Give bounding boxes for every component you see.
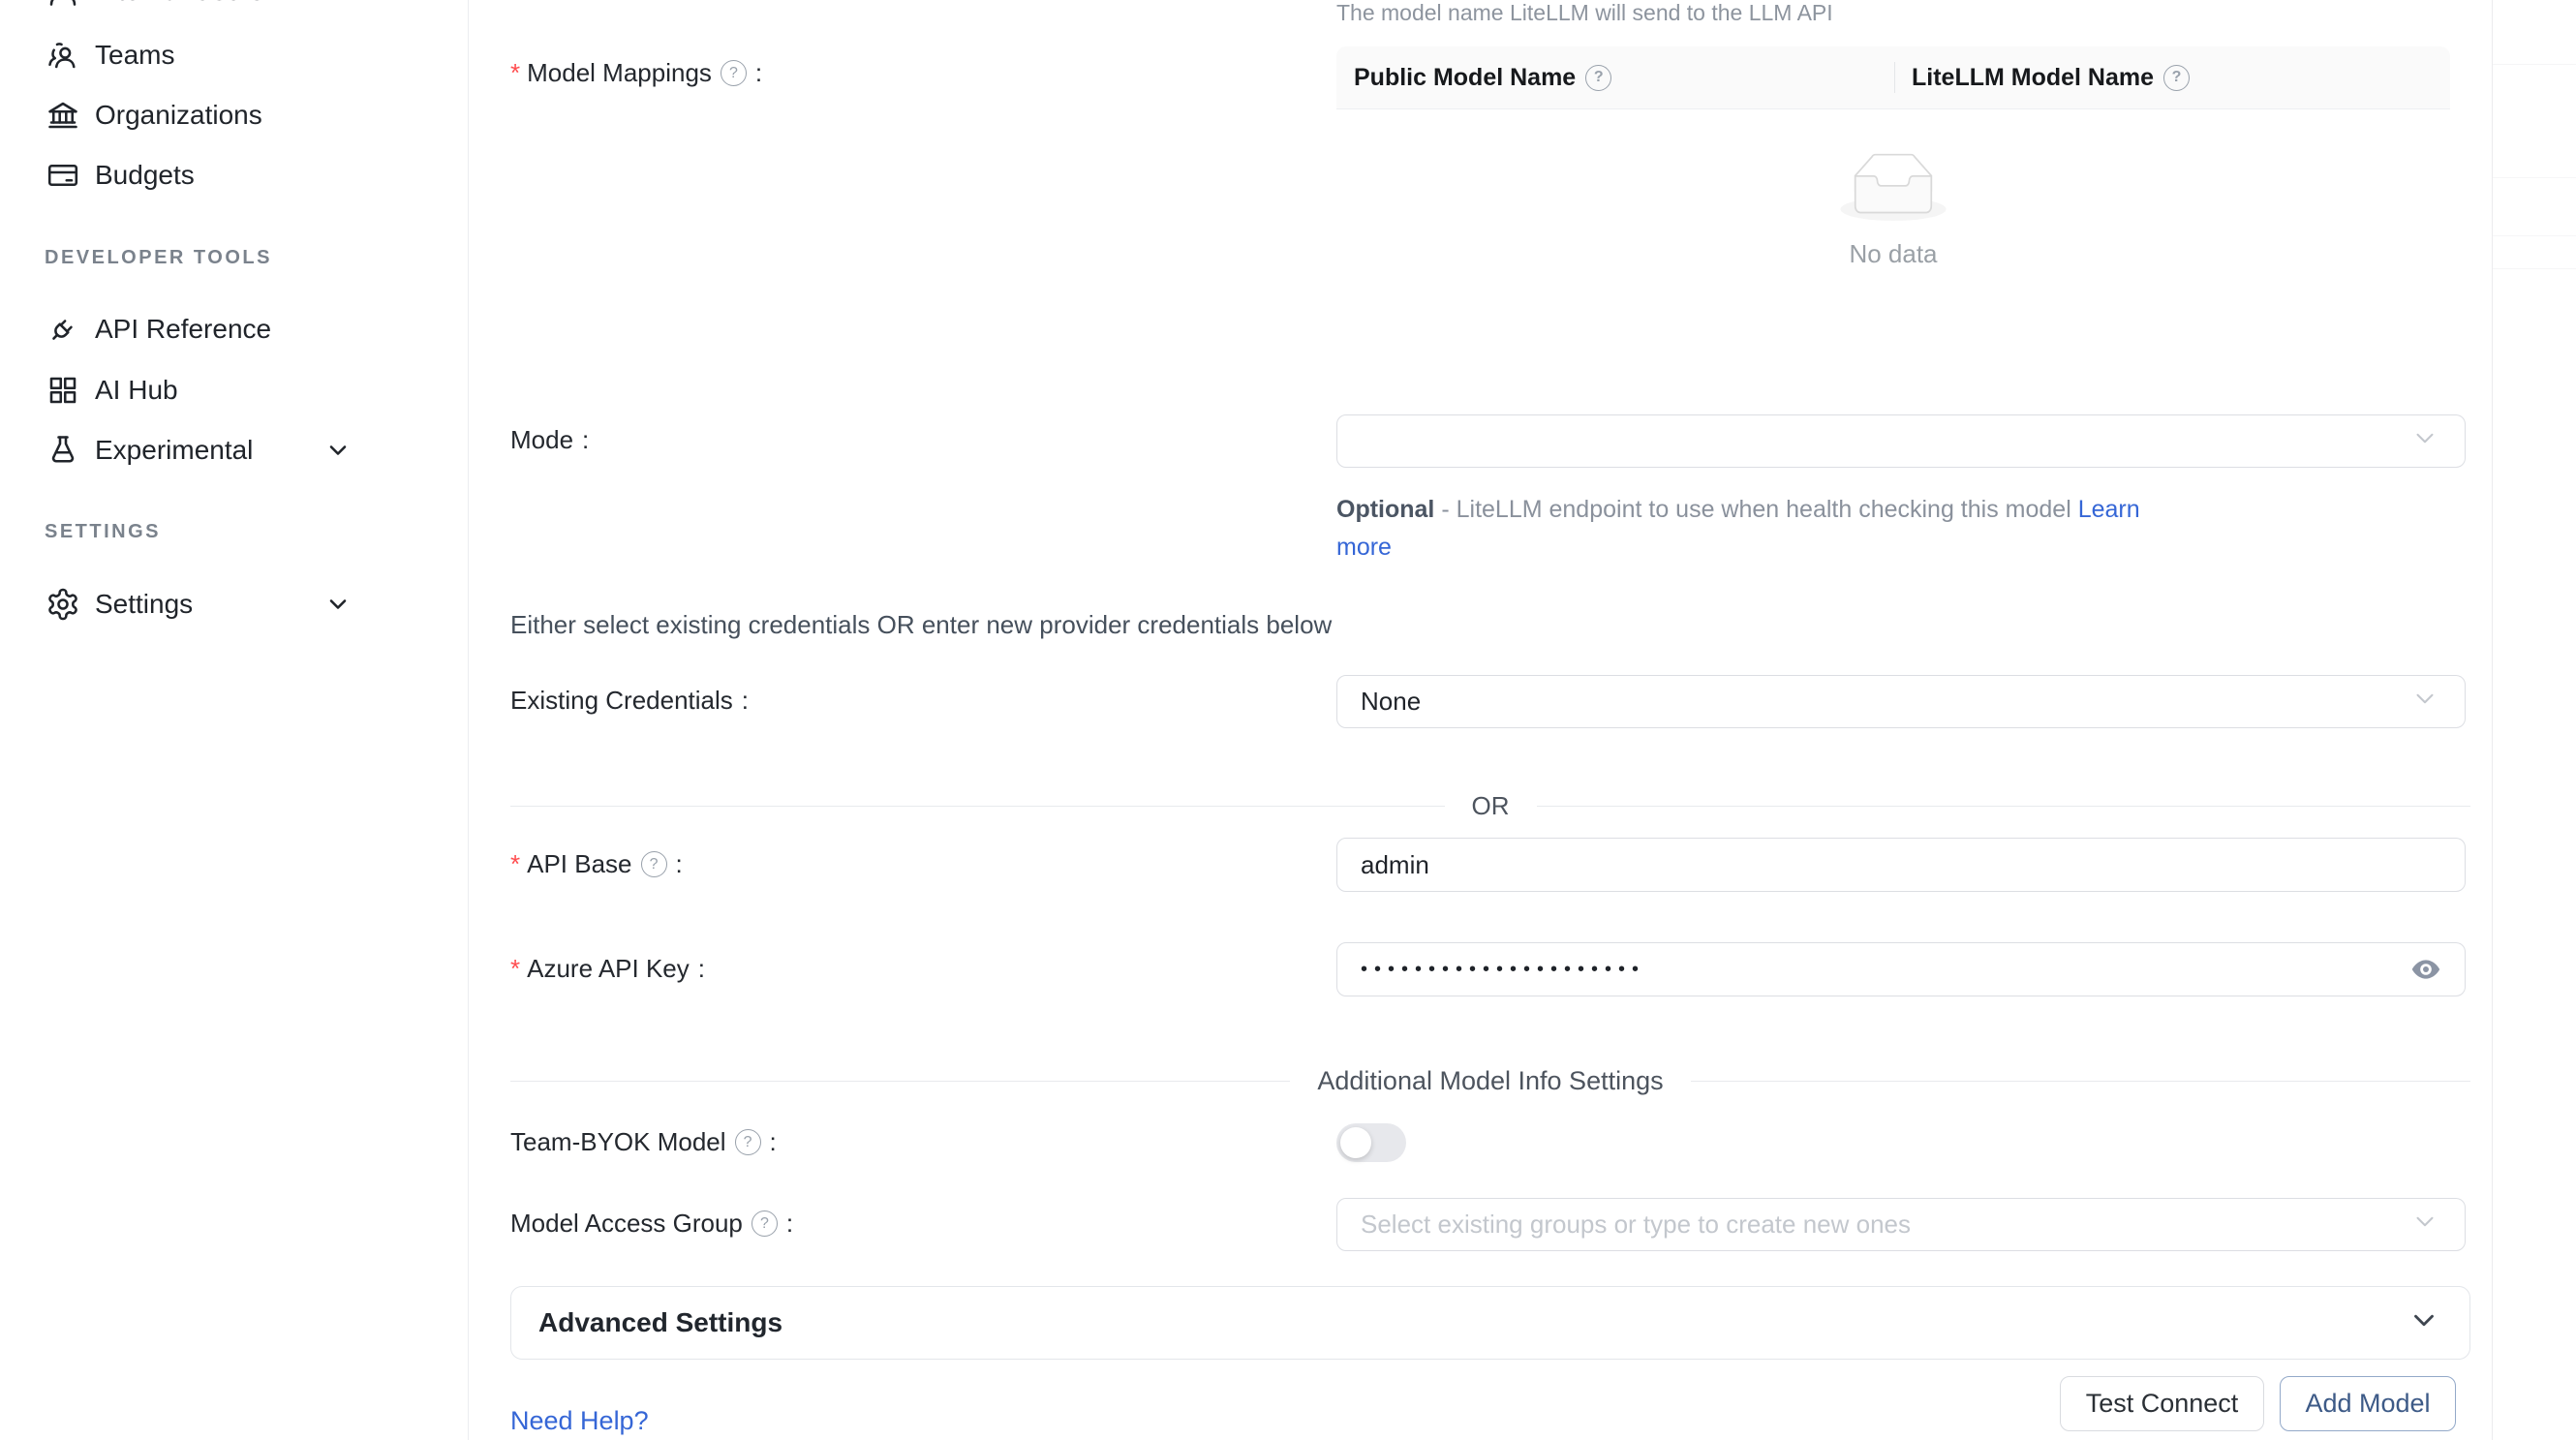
required-asterisk: * xyxy=(510,58,520,88)
sidebar-item-label: AI Hub xyxy=(95,375,178,406)
test-connect-button[interactable]: Test Connect xyxy=(2060,1376,2264,1431)
empty-inbox-icon xyxy=(1840,208,1947,225)
help-icon[interactable]: ? xyxy=(751,1210,778,1237)
credit-card-icon xyxy=(45,157,81,194)
sidebar-item-experimental[interactable]: Experimental xyxy=(0,420,468,480)
azure-api-key-input[interactable]: ••••••••••••••••••••• xyxy=(1336,942,2466,996)
advanced-settings-panel[interactable]: Advanced Settings xyxy=(510,1286,2470,1360)
help-icon[interactable]: ? xyxy=(2163,65,2190,91)
flask-icon xyxy=(45,432,81,469)
team-byok-label: Team-BYOK Model ? : xyxy=(510,1127,777,1157)
required-asterisk: * xyxy=(510,954,520,984)
user-icon xyxy=(45,0,81,10)
azure-api-key-label: * Azure API Key : xyxy=(510,954,705,984)
sidebar-item-label: API Reference xyxy=(95,314,271,345)
existing-credentials-select[interactable]: None xyxy=(1336,675,2466,728)
table-header-row: Public Model Name ? LiteLLM Model Name ? xyxy=(1336,46,2450,109)
chevron-down-icon xyxy=(2410,423,2439,459)
sidebar-item-label: Settings xyxy=(95,589,193,620)
sidebar-item-teams[interactable]: Teams xyxy=(0,25,468,85)
toggle-knob xyxy=(1340,1127,1371,1158)
eye-icon[interactable] xyxy=(2408,952,2443,987)
model-name-helper-text: The model name LiteLLM will send to the … xyxy=(1336,0,1833,26)
content-right-divider xyxy=(2492,0,2493,1440)
plug-icon xyxy=(45,311,81,348)
model-access-group-label: Model Access Group ? : xyxy=(510,1209,793,1239)
api-base-label: * API Base ? : xyxy=(510,849,683,879)
existing-credentials-value: None xyxy=(1361,687,1421,717)
model-access-group-placeholder: Select existing groups or type to create… xyxy=(1361,1210,1911,1240)
help-icon[interactable]: ? xyxy=(1585,65,1611,91)
table-empty-state: No data xyxy=(1336,153,2450,269)
mode-label: Mode : xyxy=(510,425,589,455)
chevron-down-icon xyxy=(2410,1207,2439,1242)
sidebar-item-organizations[interactable]: Organizations xyxy=(0,85,468,145)
sidebar-item-internal-users[interactable]: Internal Users xyxy=(0,0,468,21)
bank-icon xyxy=(45,97,81,134)
column-header-public-model-name: Public Model Name ? xyxy=(1354,46,1611,108)
users-icon xyxy=(45,37,81,74)
or-divider: OR xyxy=(510,791,2470,821)
model-access-group-select[interactable]: Select existing groups or type to create… xyxy=(1336,1198,2466,1251)
column-divider xyxy=(1894,62,1895,93)
chevron-down-icon xyxy=(323,436,353,465)
advanced-settings-title: Advanced Settings xyxy=(538,1307,782,1338)
learn-more-link[interactable]: Learn xyxy=(2078,496,2140,523)
mode-helper-text-line2: more xyxy=(1336,534,1392,562)
existing-credentials-label: Existing Credentials : xyxy=(510,686,749,716)
help-icon[interactable]: ? xyxy=(721,60,747,86)
required-asterisk: * xyxy=(510,849,520,879)
sidebar-item-label: Teams xyxy=(95,40,174,71)
credentials-note: Either select existing credentials OR en… xyxy=(510,610,1332,640)
model-mappings-table: Public Model Name ? LiteLLM Model Name ?… xyxy=(1336,46,2450,393)
sidebar-item-label: Experimental xyxy=(95,435,253,466)
sidebar: Internal Users Teams Organizations Budge… xyxy=(0,0,469,1440)
team-byok-toggle[interactable] xyxy=(1336,1123,1406,1162)
sidebar-section-developer-tools: DEVELOPER TOOLS xyxy=(45,247,272,269)
or-divider-text: OR xyxy=(1472,791,1510,821)
api-base-input[interactable]: admin xyxy=(1336,838,2466,892)
sidebar-item-label: Internal Users xyxy=(95,0,263,7)
chevron-down-icon xyxy=(2407,1304,2440,1342)
sidebar-item-label: Budgets xyxy=(95,160,195,191)
grid-icon xyxy=(45,372,81,409)
additional-settings-divider-text: Additional Model Info Settings xyxy=(1317,1066,1663,1096)
mode-helper-text: Optional - LiteLLM endpoint to use when … xyxy=(1336,496,2140,524)
sidebar-item-label: Organizations xyxy=(95,100,262,131)
azure-api-key-masked-value: ••••••••••••••••••••• xyxy=(1361,959,1645,981)
mode-select[interactable] xyxy=(1336,414,2466,468)
chevron-down-icon xyxy=(2410,684,2439,720)
learn-more-link[interactable]: more xyxy=(1336,534,1392,561)
help-icon[interactable]: ? xyxy=(735,1129,761,1155)
column-header-litellm-model-name: LiteLLM Model Name ? xyxy=(1912,46,2190,108)
need-help-link[interactable]: Need Help? xyxy=(510,1406,649,1436)
help-icon[interactable]: ? xyxy=(641,851,667,877)
gear-icon xyxy=(45,586,81,623)
chevron-down-icon xyxy=(323,590,353,619)
sidebar-item-budgets[interactable]: Budgets xyxy=(0,145,468,205)
additional-settings-divider: Additional Model Info Settings xyxy=(510,1066,2470,1096)
no-data-text: No data xyxy=(1336,239,2450,269)
sidebar-item-ai-hub[interactable]: AI Hub xyxy=(0,360,468,420)
sidebar-item-settings[interactable]: Settings xyxy=(0,574,468,634)
sidebar-item-api-reference[interactable]: API Reference xyxy=(0,299,468,359)
model-mappings-label: * Model Mappings ? : xyxy=(510,58,762,88)
add-model-button[interactable]: Add Model xyxy=(2280,1376,2456,1431)
api-base-value: admin xyxy=(1361,850,1429,880)
add-model-page: Internal Users Teams Organizations Budge… xyxy=(0,0,2576,1440)
sidebar-section-settings: SETTINGS xyxy=(45,521,161,543)
